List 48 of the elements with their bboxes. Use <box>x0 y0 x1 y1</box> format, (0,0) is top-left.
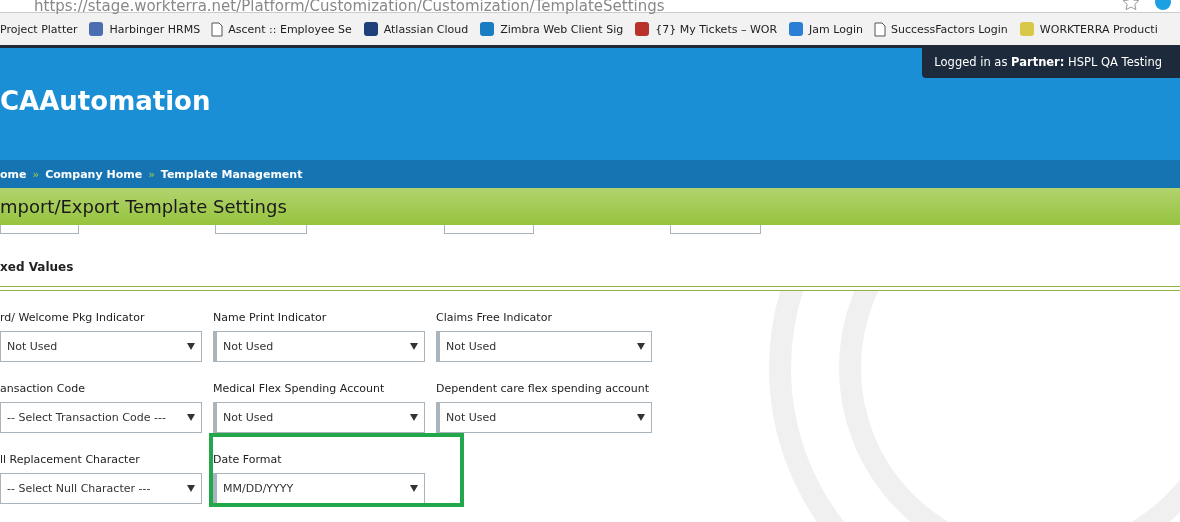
field-label: rd/ Welcome Pkg Indicator <box>0 311 146 324</box>
bookmark-link[interactable]: Atlassian Cloud <box>362 21 469 37</box>
select-field[interactable] <box>215 225 307 234</box>
bookmark-link[interactable]: Zimbra Web Client Sig <box>479 21 624 37</box>
field-label: Medical Flex Spending Account <box>213 382 386 395</box>
field-label: Claims Free Indicator <box>436 311 553 324</box>
caret-icon <box>187 414 195 421</box>
breadcrumb-link[interactable]: ome <box>0 167 27 181</box>
breadcrumb-separator: » <box>148 167 155 181</box>
bookmark-link[interactable]: Project Platter <box>0 22 78 36</box>
field-label: ll Replacement Character <box>0 453 141 466</box>
bookmark-link[interactable]: Harbinger HRMS <box>88 21 201 37</box>
select-field[interactable] <box>0 225 79 234</box>
breadcrumb-separator: » <box>32 167 40 181</box>
select-field[interactable]: Not Used <box>436 402 652 433</box>
select-field[interactable] <box>444 225 534 234</box>
field-label: ansaction Code <box>0 382 86 395</box>
bookmark-link[interactable]: {7} My Tickets – WOR <box>634 21 778 37</box>
caret-icon <box>637 343 645 350</box>
field-label: Dependent care flex spending account <box>436 382 651 395</box>
select-field[interactable]: -- Select Null Character --- <box>0 473 202 504</box>
company-title: CAAutomation <box>0 86 211 116</box>
bookmark-link[interactable]: WORKTERRA Producti <box>1018 21 1158 37</box>
page-title: mport/Export Template Settings <box>0 196 287 217</box>
login-info: Logged in as Partner: HSPL QA Testing <box>922 48 1180 78</box>
caret-icon <box>187 485 195 492</box>
page-icon <box>211 21 224 37</box>
breadcrumb-link[interactable]: Company Home <box>45 167 143 181</box>
section-title: xed Values <box>0 260 75 274</box>
page-icon <box>874 21 886 37</box>
caret-icon <box>187 343 195 350</box>
select-field[interactable]: -- Select Transaction Code --- <box>0 402 202 433</box>
caret-icon <box>410 485 418 492</box>
caret-icon <box>410 414 418 421</box>
select-field[interactable]: Not Used <box>436 331 652 362</box>
bookmark-link[interactable]: Ascent :: Employee Se <box>211 21 352 37</box>
bookmark-link[interactable]: SuccessFactors Login <box>874 21 1008 37</box>
breadcrumb-link[interactable]: Template Management <box>160 167 303 181</box>
select-field[interactable]: Not Used <box>0 331 202 362</box>
select-field[interactable]: MM/DD/YYYY <box>213 473 425 504</box>
select-field[interactable] <box>670 225 761 234</box>
select-field[interactable]: Not Used <box>213 402 425 433</box>
caret-icon <box>637 414 645 421</box>
caret-icon <box>410 343 418 350</box>
select-field[interactable]: Not Used <box>213 331 425 362</box>
field-label: Name Print Indicator <box>213 311 328 324</box>
bookmark-link[interactable]: Jam Login <box>788 21 863 37</box>
field-label: Date Format <box>213 453 283 466</box>
